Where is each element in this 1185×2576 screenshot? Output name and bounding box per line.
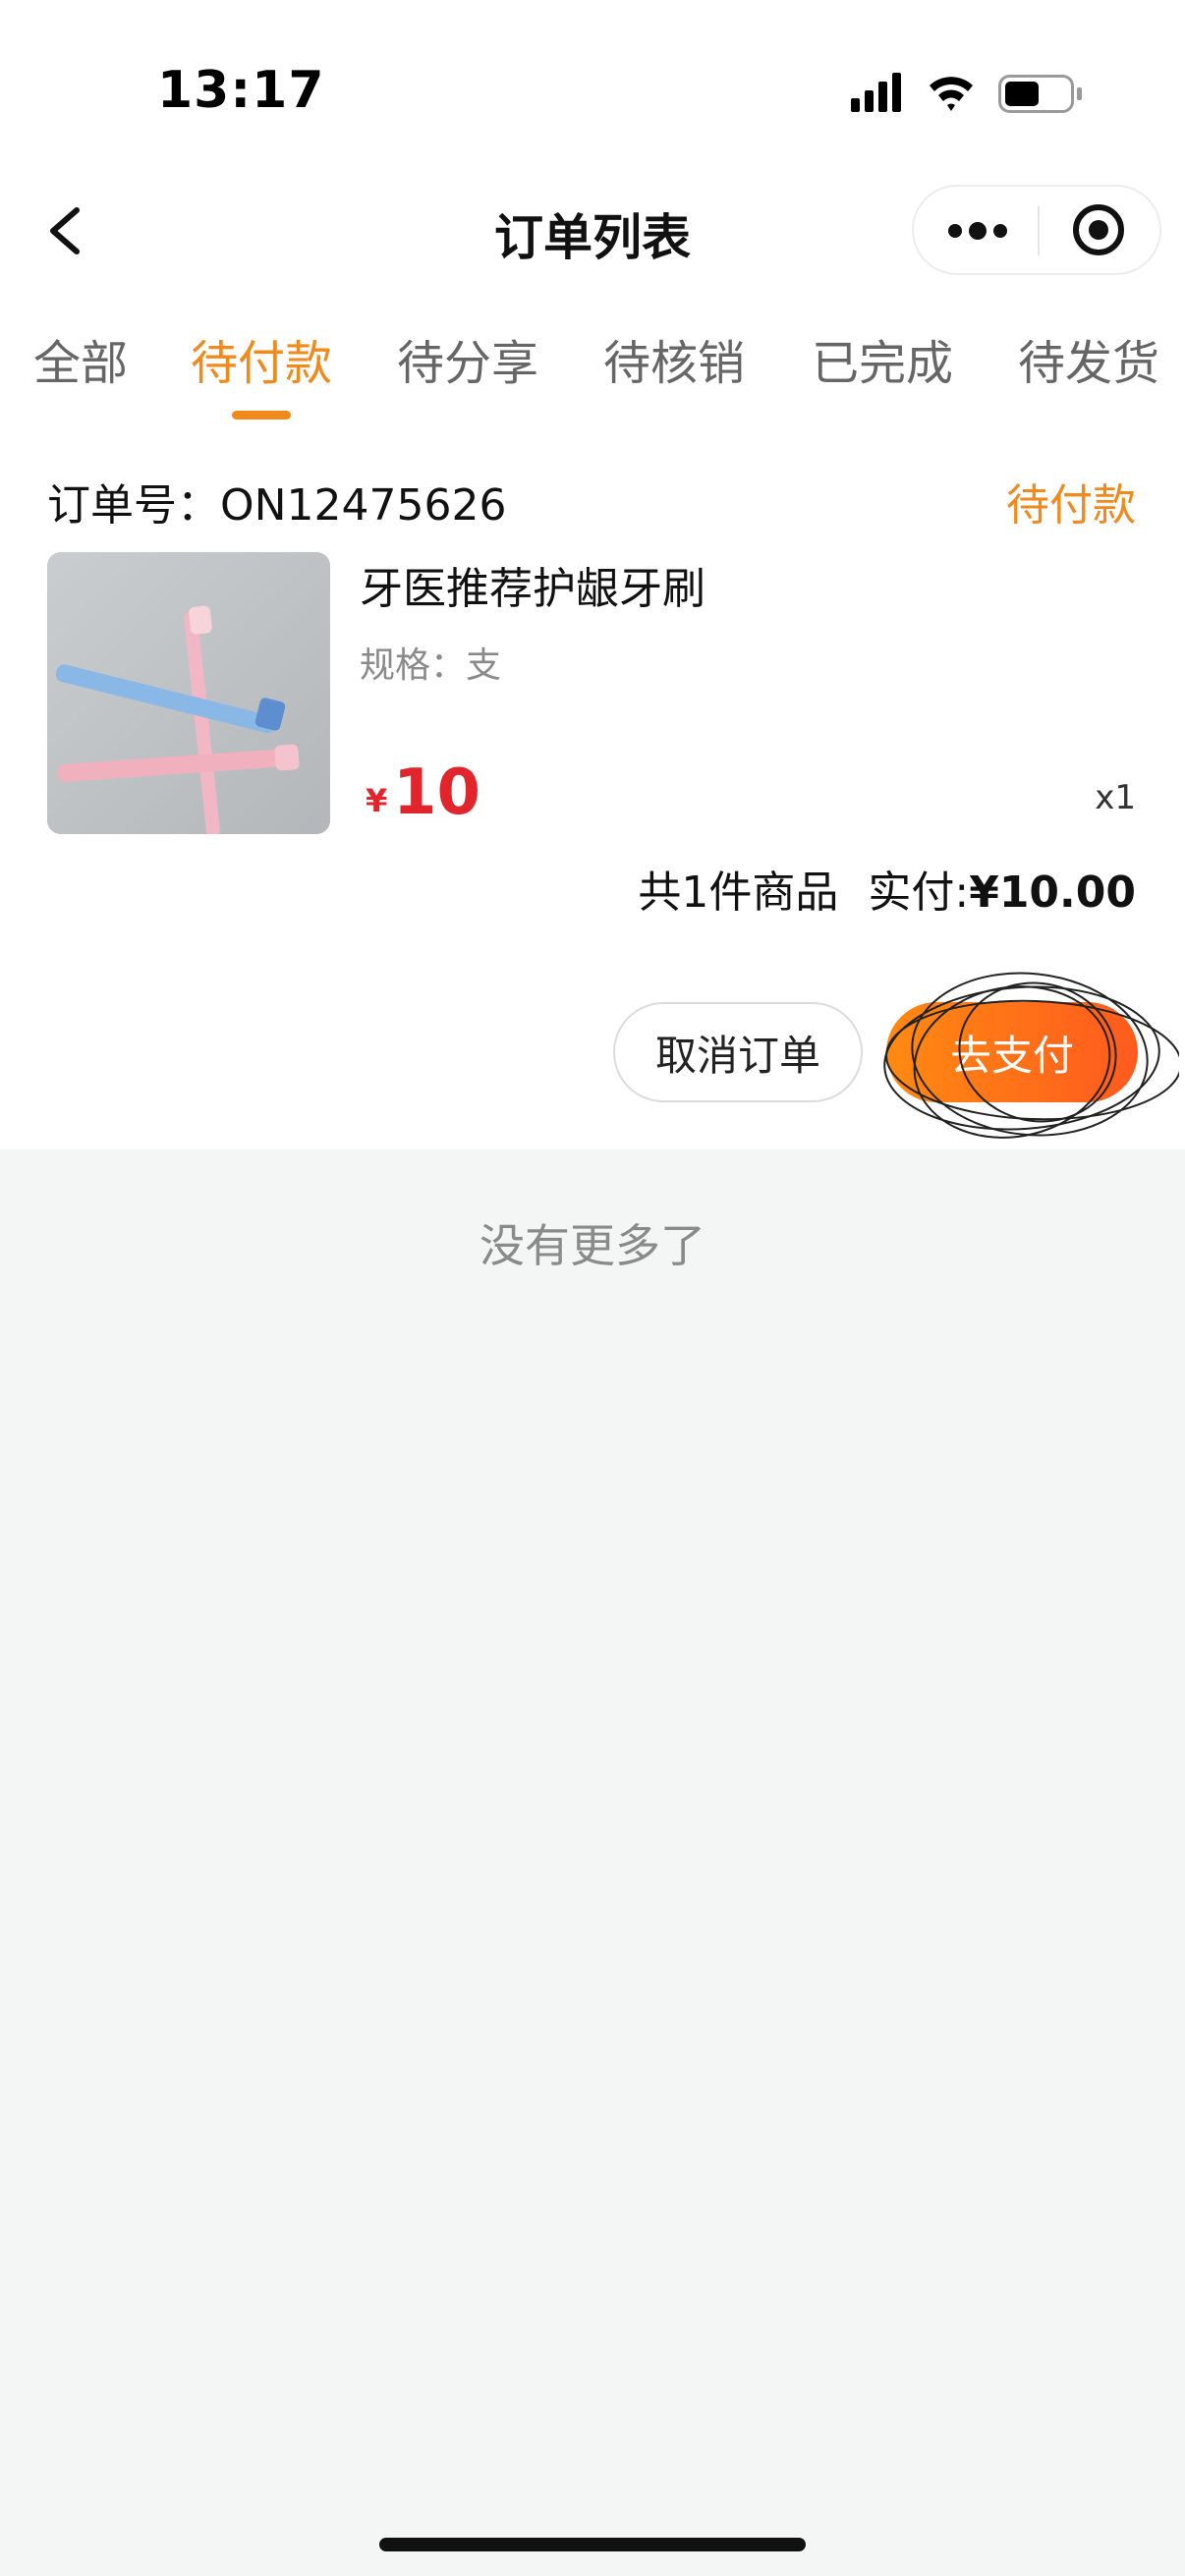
paid-label: 实付:	[868, 868, 970, 918]
status-icons	[851, 69, 1087, 118]
no-more-text: 没有更多了	[480, 1219, 705, 1272]
more-button[interactable]	[943, 206, 1012, 255]
cellular-signal-icon	[851, 73, 901, 112]
toothbrush-image	[47, 552, 330, 834]
order-number: 订单号：ON12475626	[47, 480, 507, 531]
price-currency-symbol: ¥	[366, 782, 388, 819]
product-quantity: x1	[1095, 778, 1136, 817]
order-summary: 共1件商品 实付:¥10.00	[638, 857, 1136, 920]
tab-completed[interactable]: 已完成	[812, 324, 953, 393]
close-program-button[interactable]	[1071, 202, 1126, 257]
mini-program-capsule	[912, 185, 1161, 275]
pay-button[interactable]: 去支付	[886, 1002, 1138, 1102]
product-image[interactable]	[47, 552, 330, 834]
status-time: 13:17	[157, 61, 325, 120]
tab-pending-payment[interactable]: 待付款	[191, 324, 332, 393]
battery-icon	[998, 75, 1082, 113]
more-dots-icon	[948, 222, 1007, 240]
tab-pending-share[interactable]: 待分享	[397, 324, 538, 393]
wifi-icon	[930, 77, 973, 111]
target-circle-icon	[1073, 204, 1124, 255]
capsule-divider	[1038, 206, 1040, 255]
home-indicator[interactable]	[379, 2538, 806, 2551]
item-count-text: 共1件商品	[638, 868, 839, 918]
tab-pending-ship[interactable]: 待发货	[1018, 324, 1159, 393]
tab-pending-verify[interactable]: 待核销	[603, 324, 745, 393]
product-name: 牙医推荐护龈牙刷	[360, 564, 705, 614]
cancel-order-button[interactable]: 取消订单	[613, 1002, 863, 1102]
order-status-label: 待付款	[1006, 480, 1136, 531]
order-status-tabs: 全部 待付款 待分享 待核销 已完成 待发货	[0, 324, 1185, 432]
active-tab-indicator	[232, 411, 291, 420]
status-svg	[851, 73, 1082, 113]
product-spec: 规格：支	[360, 645, 502, 686]
product-price: 10	[393, 756, 481, 829]
paid-amount: ¥10.00	[969, 868, 1136, 918]
tab-all[interactable]: 全部	[33, 324, 128, 393]
